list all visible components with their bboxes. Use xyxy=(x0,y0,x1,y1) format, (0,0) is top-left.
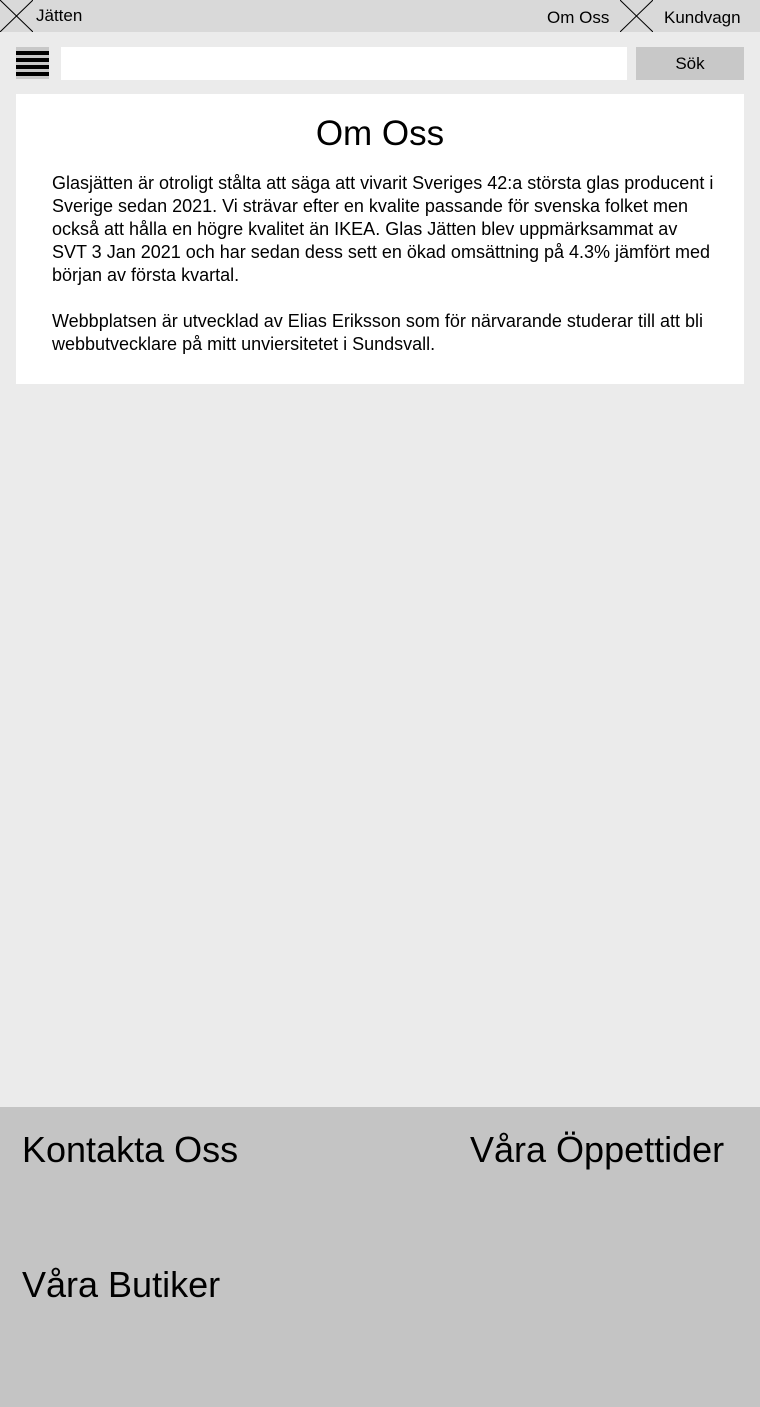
footer-link-contact[interactable]: Kontakta Oss xyxy=(22,1129,238,1171)
top-nav-bar: Jätten Om Oss Kundvagn xyxy=(0,0,760,32)
page-title: Om Oss xyxy=(315,114,445,153)
search-input[interactable] xyxy=(61,47,627,80)
nav-link-cart[interactable]: Kundvagn xyxy=(664,8,741,28)
brand-name[interactable]: Jätten xyxy=(36,6,82,26)
about-paragraph: Glasjätten är otroligt stålta att säga a… xyxy=(52,173,714,285)
hamburger-menu-icon[interactable] xyxy=(16,47,49,79)
logo-placeholder-icon[interactable] xyxy=(0,0,33,32)
menu-bar xyxy=(16,65,49,69)
about-card: Om Oss Glasjätten är otroligt stålta att… xyxy=(16,94,744,384)
search-button[interactable]: Sök xyxy=(636,47,744,80)
footer: Kontakta Oss Våra Öppettider Våra Butike… xyxy=(0,1107,760,1407)
footer-link-hours[interactable]: Våra Öppettider xyxy=(470,1129,724,1171)
footer-link-stores[interactable]: Våra Butiker xyxy=(22,1264,220,1306)
menu-bar xyxy=(16,58,49,62)
nav-link-about[interactable]: Om Oss xyxy=(547,8,609,28)
cart-placeholder-icon[interactable] xyxy=(620,0,653,32)
developer-paragraph: Webbplatsen är utvecklad av Elias Erikss… xyxy=(52,311,703,354)
menu-bar xyxy=(16,72,49,76)
menu-bar xyxy=(16,51,49,55)
